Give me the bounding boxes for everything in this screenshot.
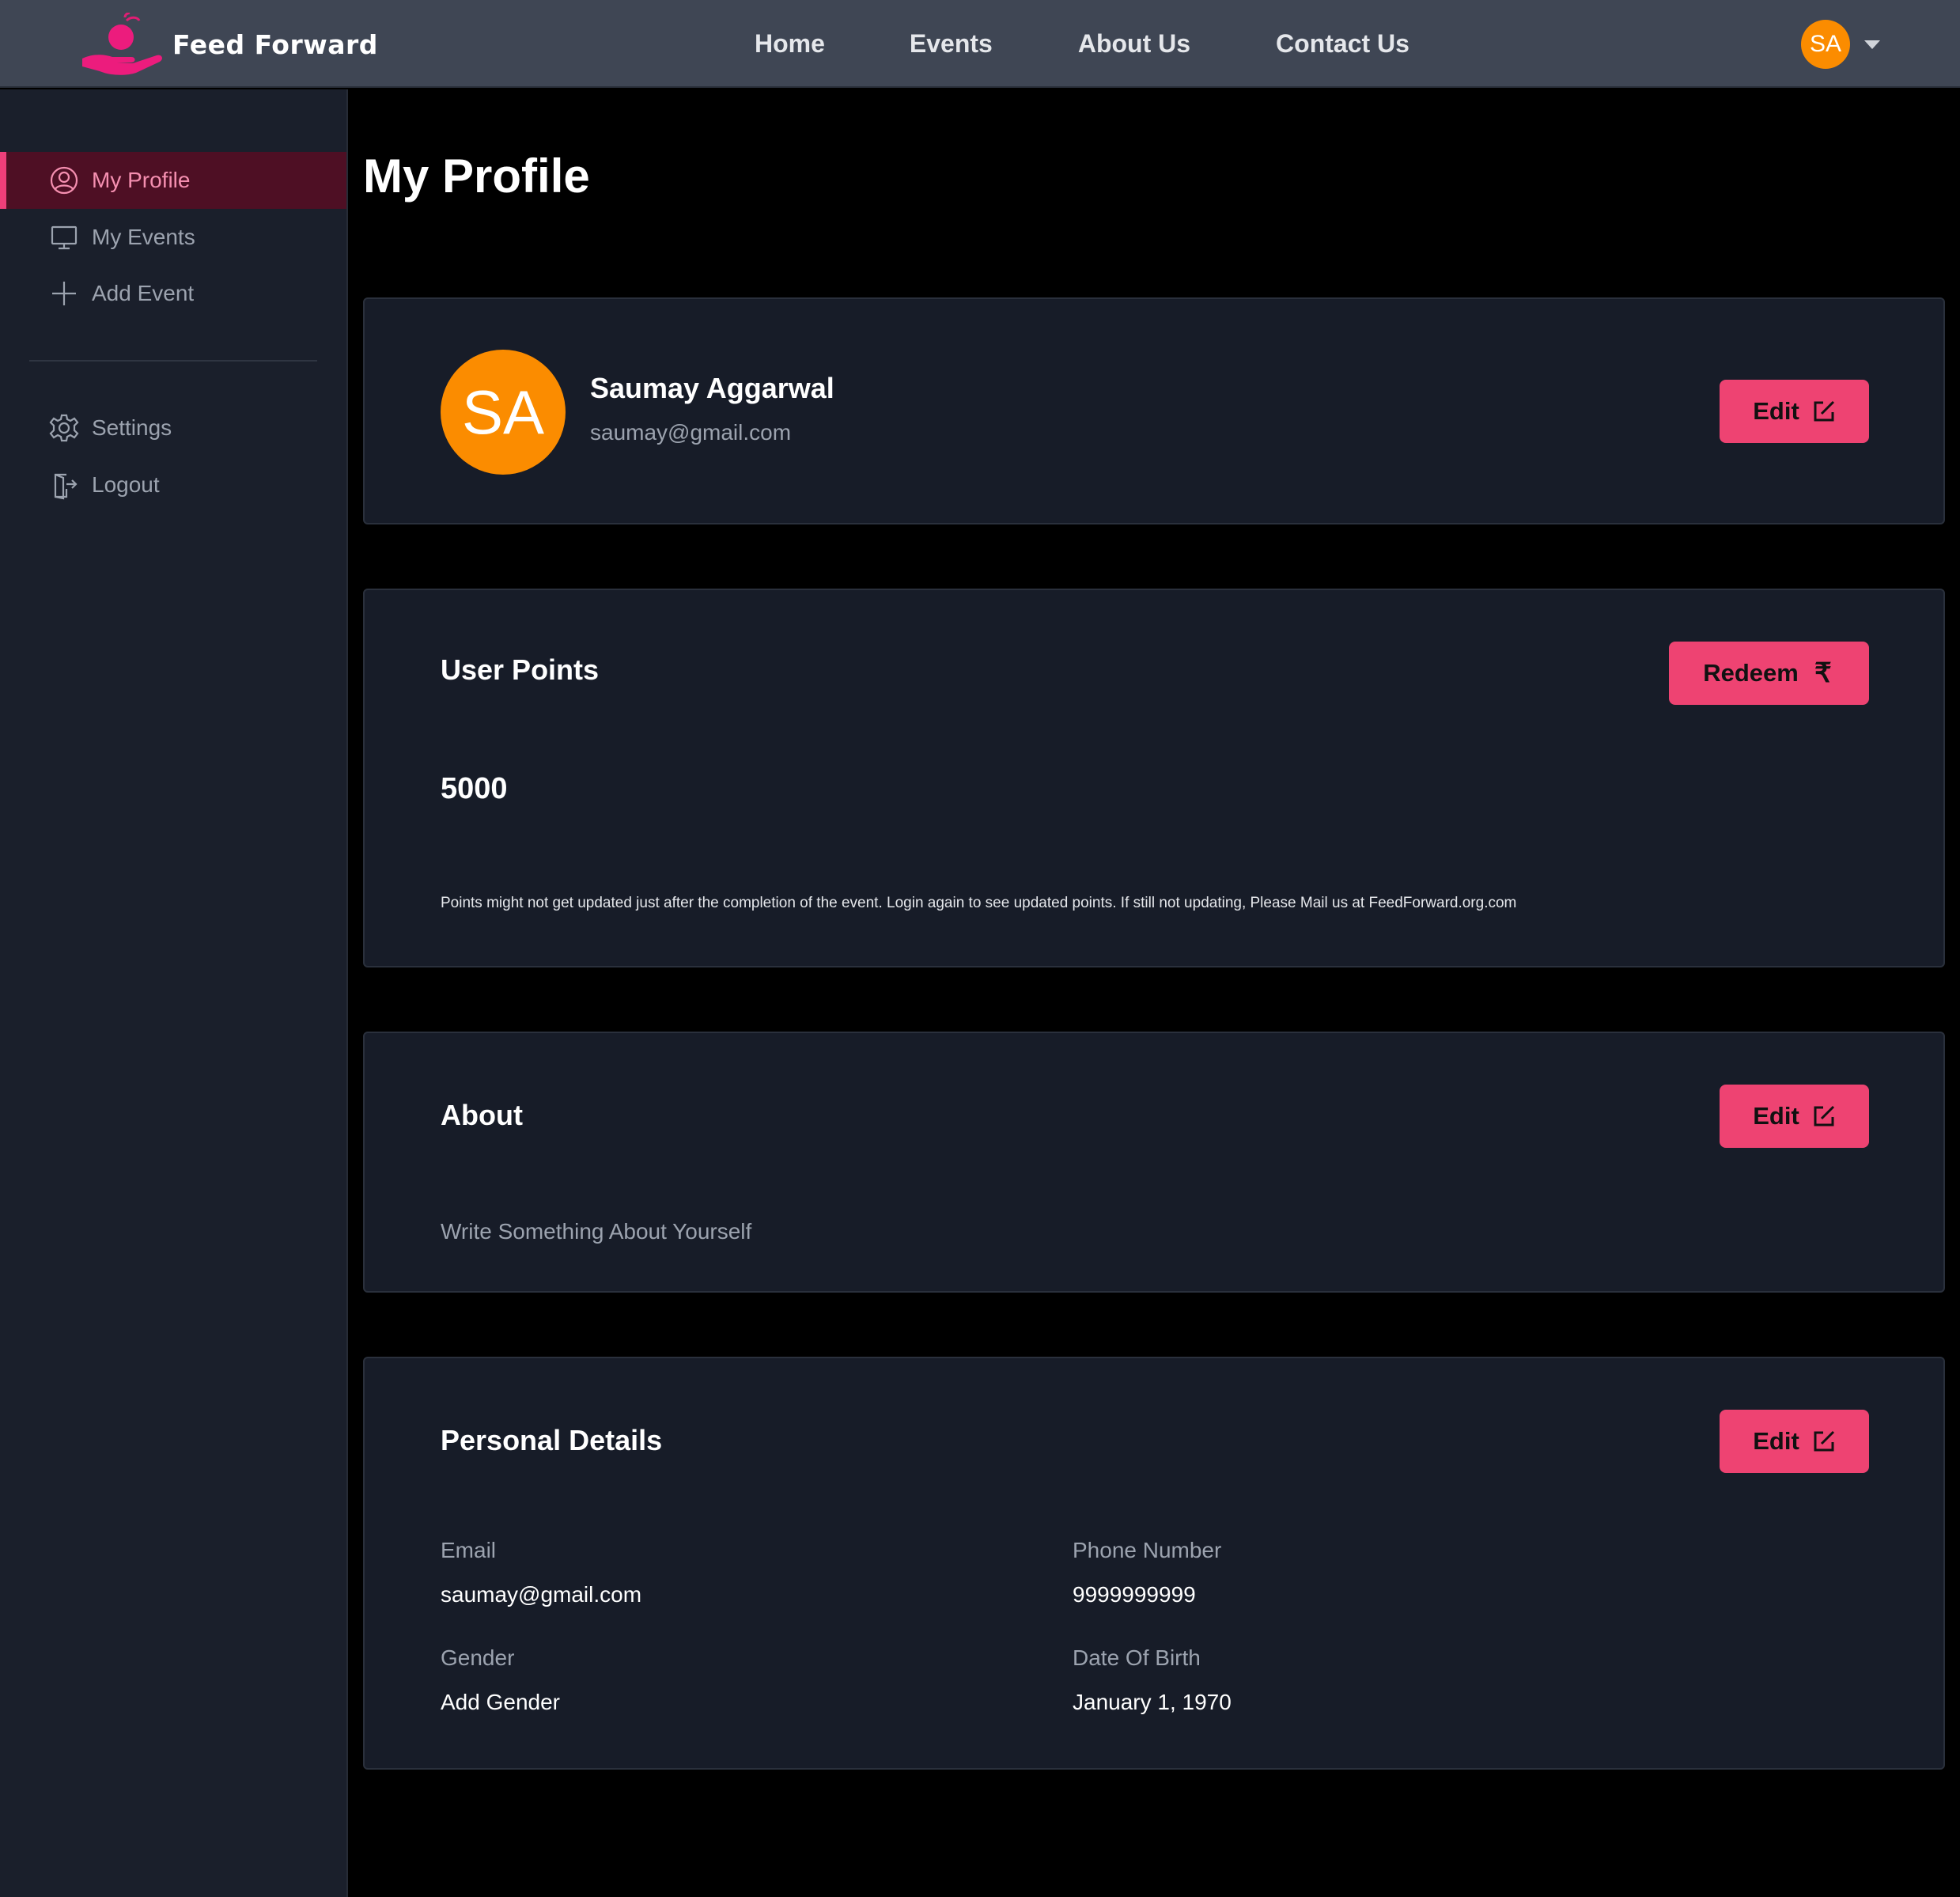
plus-icon bbox=[52, 282, 76, 305]
brand[interactable]: Feed Forward bbox=[79, 13, 378, 76]
dob-label: Date Of Birth bbox=[1073, 1645, 1201, 1670]
user-avatar[interactable]: SA bbox=[1801, 20, 1850, 69]
sidebar-divider bbox=[29, 360, 317, 362]
profile-card: SA Saumay Aggarwal saumay@gmail.com Edit bbox=[363, 297, 1945, 524]
logout-icon bbox=[54, 473, 78, 500]
edit-personal-details-button[interactable]: Edit bbox=[1720, 1410, 1869, 1473]
about-title: About bbox=[441, 1099, 523, 1131]
edit-icon bbox=[1814, 1105, 1834, 1126]
top-navbar: Feed Forward Home Events About Us Contac… bbox=[0, 0, 1960, 88]
user-circle-icon bbox=[50, 166, 78, 195]
points-note: Points might not get updated just after … bbox=[441, 895, 1517, 911]
brand-name: Feed Forward bbox=[172, 28, 378, 60]
user-points-title: User Points bbox=[441, 653, 600, 686]
edit-about-button[interactable]: Edit bbox=[1720, 1085, 1869, 1148]
personal-details-card: Personal Details Edit Email saumay@gmail… bbox=[363, 1357, 1945, 1770]
email-value: saumay@gmail.com bbox=[441, 1582, 642, 1607]
redeem-button[interactable]: Redeem ₹ bbox=[1669, 642, 1869, 705]
edit-button-label: Edit bbox=[1753, 1427, 1799, 1455]
sidebar-item-label: Add Event bbox=[92, 281, 195, 305]
sidebar-item-logout[interactable]: Logout bbox=[0, 456, 346, 513]
main-nav: Home Events About Us Contact Us bbox=[755, 0, 1409, 88]
profile-avatar: SA bbox=[441, 350, 566, 475]
user-menu-dropdown[interactable]: SA bbox=[1801, 20, 1880, 69]
sidebar-item-settings[interactable]: Settings bbox=[0, 399, 346, 456]
edit-profile-button[interactable]: Edit bbox=[1720, 380, 1869, 443]
profile-name: Saumay Aggarwal bbox=[590, 372, 834, 404]
nav-home-link[interactable]: Home bbox=[755, 29, 825, 59]
profile-email: saumay@gmail.com bbox=[590, 420, 792, 445]
phone-label: Phone Number bbox=[1073, 1538, 1222, 1562]
points-value: 5000 bbox=[441, 772, 508, 805]
about-card: About Edit Write Something About Yoursel… bbox=[363, 1032, 1945, 1293]
sidebar-item-add-event[interactable]: Add Event bbox=[0, 265, 346, 322]
monitor-icon bbox=[51, 225, 78, 250]
phone-value: 9999999999 bbox=[1073, 1582, 1196, 1607]
nav-about-link[interactable]: About Us bbox=[1078, 29, 1190, 59]
gear-icon bbox=[49, 414, 79, 442]
dob-value: January 1, 1970 bbox=[1073, 1690, 1232, 1714]
page-title: My Profile bbox=[363, 150, 590, 203]
personal-details-title: Personal Details bbox=[441, 1424, 663, 1456]
sidebar: My Profile My Events Add Event Settings … bbox=[0, 89, 348, 1897]
edit-icon bbox=[1814, 400, 1834, 422]
sidebar-item-label: My Events bbox=[92, 225, 195, 249]
redeem-button-label: Redeem bbox=[1703, 659, 1799, 687]
sidebar-item-my-profile[interactable]: My Profile bbox=[0, 152, 346, 209]
nav-contact-link[interactable]: Contact Us bbox=[1276, 29, 1409, 59]
sidebar-item-label: My Profile bbox=[92, 168, 191, 192]
edit-button-label: Edit bbox=[1753, 397, 1799, 425]
apple-hand-logo-icon bbox=[82, 13, 162, 75]
about-text: Write Something About Yourself bbox=[441, 1219, 752, 1244]
gender-value: Add Gender bbox=[441, 1690, 560, 1714]
email-label: Email bbox=[441, 1538, 497, 1562]
edit-icon bbox=[1814, 1430, 1834, 1452]
chevron-down-icon bbox=[1864, 40, 1880, 49]
user-points-card: User Points Redeem ₹ 5000 Points might n… bbox=[363, 589, 1945, 967]
edit-button-label: Edit bbox=[1753, 1102, 1799, 1130]
sidebar-item-label: Logout bbox=[92, 472, 160, 497]
sidebar-item-label: Settings bbox=[92, 415, 172, 440]
sidebar-item-my-events[interactable]: My Events bbox=[0, 209, 346, 266]
rupee-icon: ₹ bbox=[1814, 658, 1832, 688]
nav-events-link[interactable]: Events bbox=[910, 29, 993, 59]
gender-label: Gender bbox=[441, 1645, 515, 1670]
